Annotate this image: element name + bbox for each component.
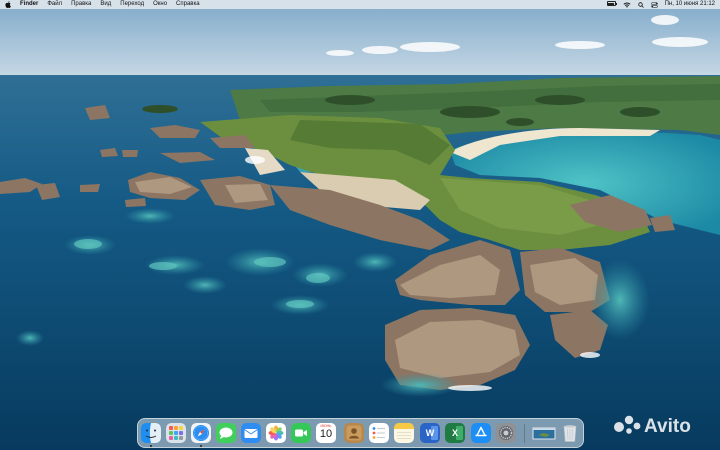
dock-mail[interactable]: [241, 423, 261, 443]
menu-app-finder[interactable]: Finder: [20, 0, 38, 9]
dock-messages[interactable]: [216, 423, 236, 443]
finder-running-indicator: [150, 445, 152, 447]
menu-file[interactable]: Файл: [47, 0, 62, 9]
facetime-icon: [291, 423, 311, 443]
dock-excel[interactable]: X: [445, 423, 465, 443]
dock-safari[interactable]: [191, 423, 211, 443]
contacts-icon: [344, 423, 364, 443]
control-center-icon[interactable]: [650, 1, 658, 8]
battery-icon[interactable]: [606, 1, 617, 8]
dock-launchpad[interactable]: [166, 423, 186, 443]
messages-icon: [216, 423, 236, 443]
menu-go[interactable]: Переход: [120, 0, 144, 9]
spotlight-search-icon[interactable]: [637, 1, 644, 8]
system-settings-icon: [496, 423, 516, 443]
menu-clock[interactable]: Пн, 10 июня 21:12: [665, 0, 715, 9]
menu-bar: Finder Файл Правка Вид Переход Окно Спра…: [0, 0, 720, 9]
dock-contacts[interactable]: [344, 423, 364, 443]
wifi-icon[interactable]: [623, 1, 631, 8]
menu-window[interactable]: Окно: [153, 0, 167, 9]
word-icon-letter: W: [425, 428, 435, 438]
dock-trash[interactable]: [560, 423, 580, 443]
menu-edit[interactable]: Правка: [71, 0, 91, 9]
dock-system-settings[interactable]: [496, 423, 516, 443]
dock: ИЮНЬ 10 W X: [137, 418, 584, 448]
dock-calendar[interactable]: ИЮНЬ 10: [316, 423, 336, 443]
safari-icon: [191, 423, 211, 443]
photos-icon: [266, 423, 286, 443]
dock-finder[interactable]: [141, 423, 161, 443]
mail-icon: [241, 423, 261, 443]
desktop-wallpaper: [0, 0, 720, 450]
menu-help[interactable]: Справка: [176, 0, 200, 9]
dock-word[interactable]: W: [420, 423, 440, 443]
safari-running-indicator: [200, 445, 202, 447]
dock-photos[interactable]: [266, 423, 286, 443]
avito-watermark-text: Avito: [644, 416, 691, 437]
menu-view[interactable]: Вид: [100, 0, 111, 9]
dock-screenshot-thumbnail[interactable]: [532, 423, 556, 443]
notes-icon: [394, 423, 414, 443]
dock-facetime[interactable]: [291, 423, 311, 443]
launchpad-icon: [166, 423, 186, 443]
dock-separator: [524, 424, 525, 443]
trash-icon: [563, 425, 577, 442]
excel-icon-letter: X: [451, 428, 458, 438]
dock-reminders[interactable]: [369, 423, 389, 443]
reminders-icon: [369, 423, 389, 443]
avito-watermark: Avito: [612, 410, 712, 438]
calendar-day-label: 10: [319, 428, 333, 440]
avito-logo-icon: [614, 415, 641, 434]
dock-app-store[interactable]: [471, 423, 491, 443]
apple-menu-icon[interactable]: [5, 1, 11, 8]
screenshot-thumbnail-icon: [532, 427, 556, 440]
finder-icon: [141, 423, 161, 443]
app-store-icon: [471, 423, 491, 443]
dock-notes[interactable]: [394, 423, 414, 443]
